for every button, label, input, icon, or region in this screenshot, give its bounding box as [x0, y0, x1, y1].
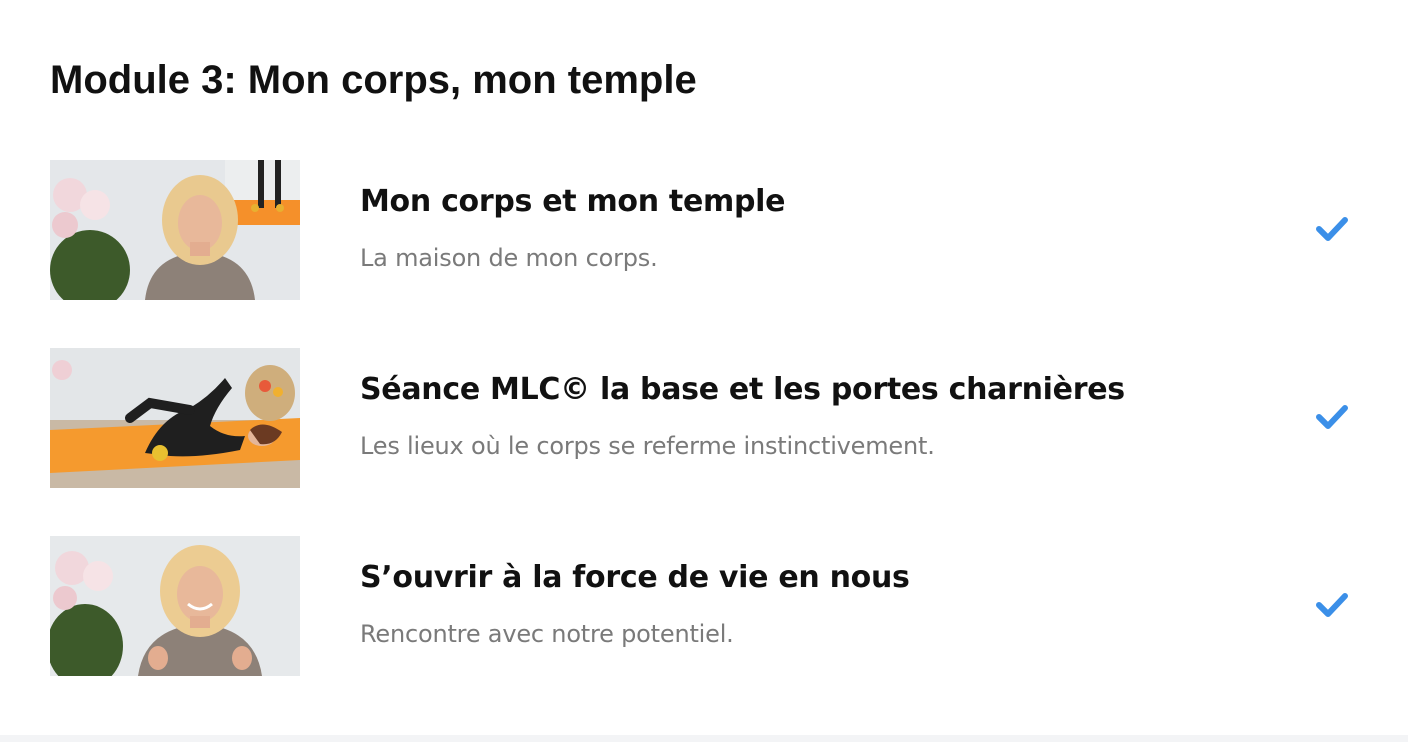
checkmark-icon	[1316, 593, 1348, 617]
checkmark-icon	[1316, 217, 1348, 241]
lesson-description: Rencontre avec notre potentiel.	[360, 620, 734, 648]
lesson-thumbnail[interactable]	[50, 348, 300, 488]
lesson-description: La maison de mon corps.	[360, 244, 658, 272]
woman-smiling-thumbnail	[50, 536, 300, 676]
lesson-title[interactable]: Séance MLC© la base et les portes charni…	[360, 370, 1125, 410]
lesson-title[interactable]: S’ouvrir à la force de vie en nous	[360, 558, 910, 598]
woman-speaking-thumbnail	[50, 160, 300, 300]
bottom-divider	[0, 735, 1408, 742]
checkmark-icon	[1316, 405, 1348, 429]
lesson-thumbnail[interactable]	[50, 160, 300, 300]
lesson-item[interactable]: Mon corps et mon temple La maison de mon…	[50, 160, 1358, 300]
lesson-description: Les lieux où le corps se referme instinc…	[360, 432, 935, 460]
woman-lying-thumbnail	[50, 348, 300, 488]
lesson-item[interactable]: S’ouvrir à la force de vie en nous Renco…	[50, 536, 1358, 676]
lesson-thumbnail[interactable]	[50, 536, 300, 676]
lesson-item[interactable]: Séance MLC© la base et les portes charni…	[50, 348, 1358, 488]
lesson-title[interactable]: Mon corps et mon temple	[360, 182, 785, 222]
module-title: Module 3: Mon corps, mon temple	[50, 58, 697, 102]
